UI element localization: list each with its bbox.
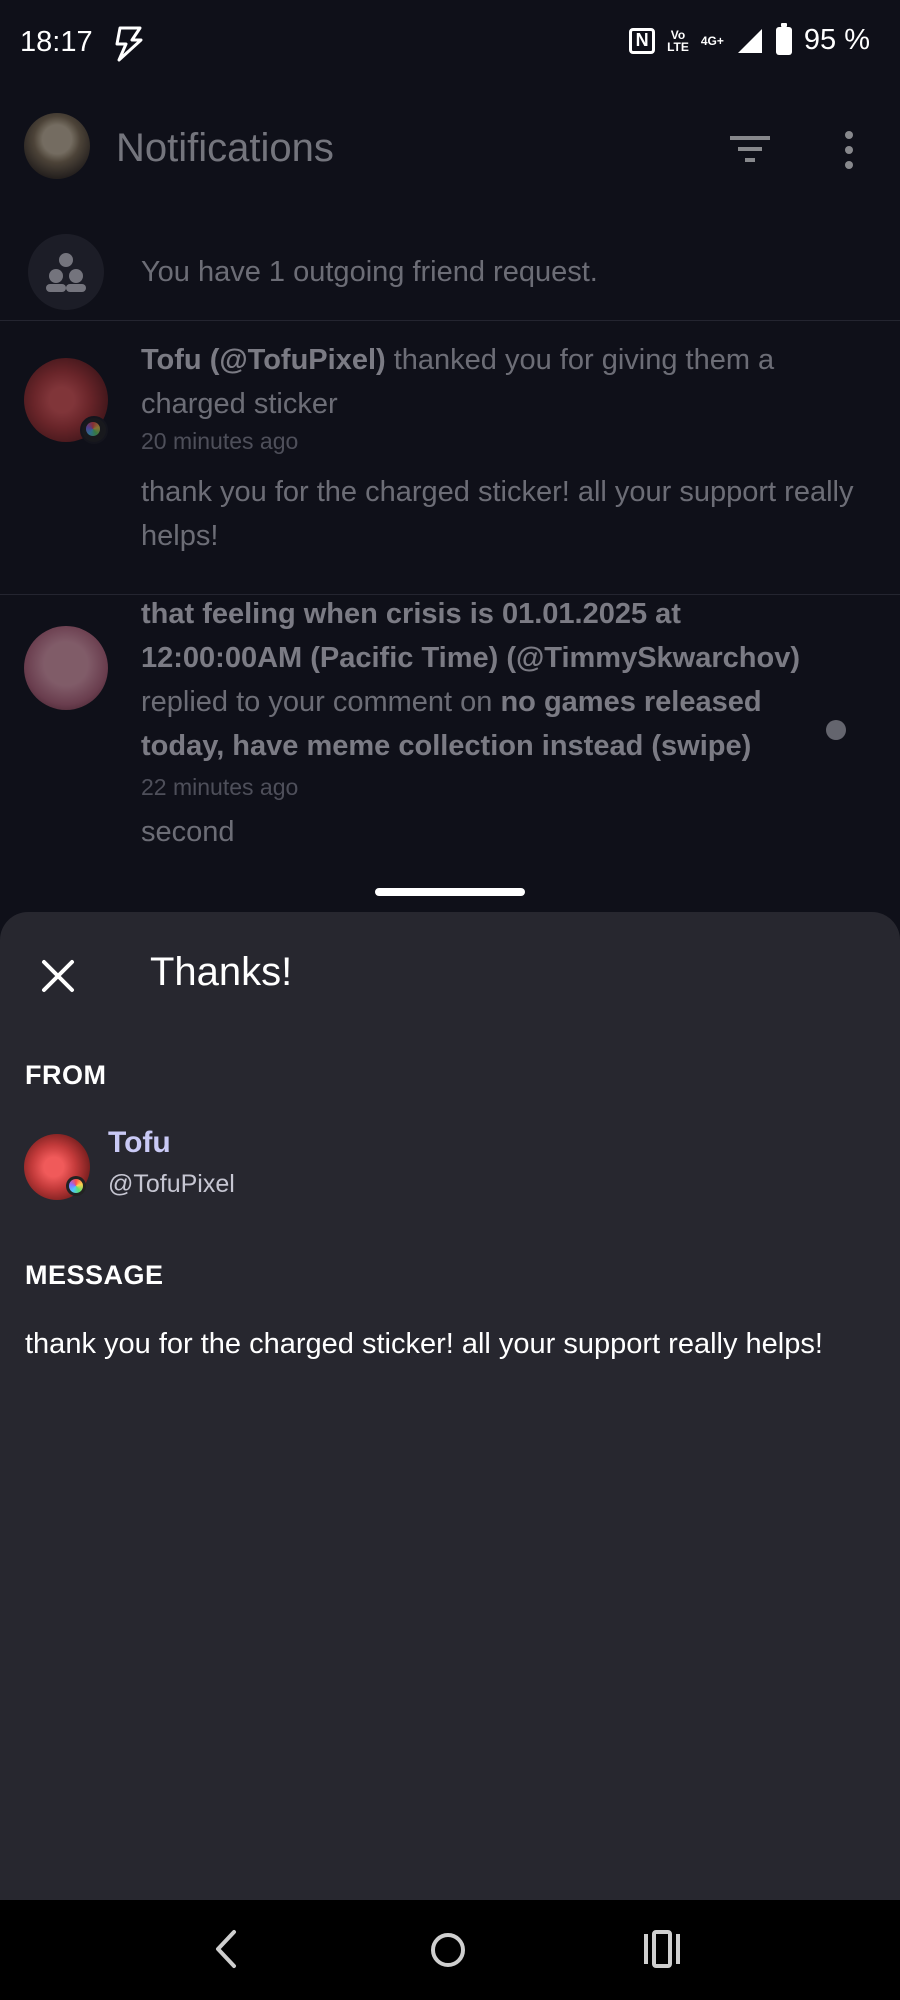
notification-time: 20 minutes ago: [141, 428, 299, 454]
volte-bottom: LTE: [667, 39, 689, 54]
nfc-icon: N: [629, 27, 656, 54]
notification-actor: Tofu (@TofuPixel): [141, 344, 386, 376]
notification-preview: thank you for the charged sticker! all y…: [141, 476, 854, 552]
signal-icon: [737, 28, 762, 53]
network-type: 4G+: [700, 33, 724, 48]
notification-time: 22 minutes ago: [141, 774, 299, 800]
app-bar: Notifications: [0, 90, 900, 210]
message-label: MESSAGE: [25, 1260, 164, 1290]
notification-action: replied to your comment on: [141, 686, 501, 718]
notification-item[interactable]: that feeling when crisis is 01.01.2025 a…: [0, 596, 900, 916]
message-text: thank you for the charged sticker! all y…: [25, 1328, 823, 1360]
thanks-sheet: Thanks! FROM Tofu @TofuPixel MESSAGE tha…: [0, 912, 900, 1900]
avatar[interactable]: [24, 626, 108, 710]
home-icon[interactable]: [428, 1930, 468, 1970]
sender-name[interactable]: Tofu: [108, 1126, 171, 1160]
more-vertical-icon[interactable]: [838, 130, 860, 170]
nitro-badge-icon: [80, 416, 108, 444]
sheet-drag-handle[interactable]: [375, 888, 525, 896]
friends-icon: [28, 234, 104, 310]
notification-actor: that feeling when crisis is 01.01.2025 a…: [141, 598, 800, 674]
battery-percent: 95 %: [803, 24, 870, 56]
notification-item[interactable]: Tofu (@TofuPixel) thanked you for giving…: [0, 322, 900, 595]
nitro-badge-icon: [66, 1176, 86, 1196]
from-label: FROM: [25, 1060, 107, 1090]
notification-preview: second: [141, 816, 235, 848]
sender-avatar[interactable]: [24, 1134, 90, 1200]
navigation-bar: [0, 1900, 900, 2000]
notifications-page: Notifications You have 1 outgoing friend…: [0, 90, 900, 910]
charging-bolt-icon: [115, 26, 143, 62]
friend-request-text: You have 1 outgoing friend request.: [141, 256, 598, 288]
recents-icon[interactable]: [642, 1930, 682, 1968]
back-icon[interactable]: [206, 1924, 246, 1974]
volte-top: Vo: [670, 27, 686, 42]
unread-dot: [826, 720, 846, 740]
page-title: Notifications: [116, 126, 334, 170]
sheet-title: Thanks!: [150, 950, 293, 994]
status-time: 18:17: [20, 26, 93, 58]
volte-indicator: Vo LTE: [667, 29, 689, 53]
notification-text: Tofu (@TofuPixel) thanked you for giving…: [141, 338, 861, 426]
status-indicators: N Vo LTE 4G+ 95 %: [629, 22, 870, 57]
sender-handle: @TofuPixel: [108, 1170, 235, 1198]
close-icon[interactable]: [38, 956, 78, 996]
battery-icon: [775, 22, 792, 55]
avatar[interactable]: [24, 358, 108, 444]
friend-request-row[interactable]: You have 1 outgoing friend request.: [0, 220, 900, 321]
status-bar: 18:17 N Vo LTE 4G+ 95 %: [0, 0, 900, 90]
filter-icon[interactable]: [728, 134, 772, 164]
notification-text: that feeling when crisis is 01.01.2025 a…: [141, 592, 821, 768]
user-avatar[interactable]: [24, 113, 90, 179]
